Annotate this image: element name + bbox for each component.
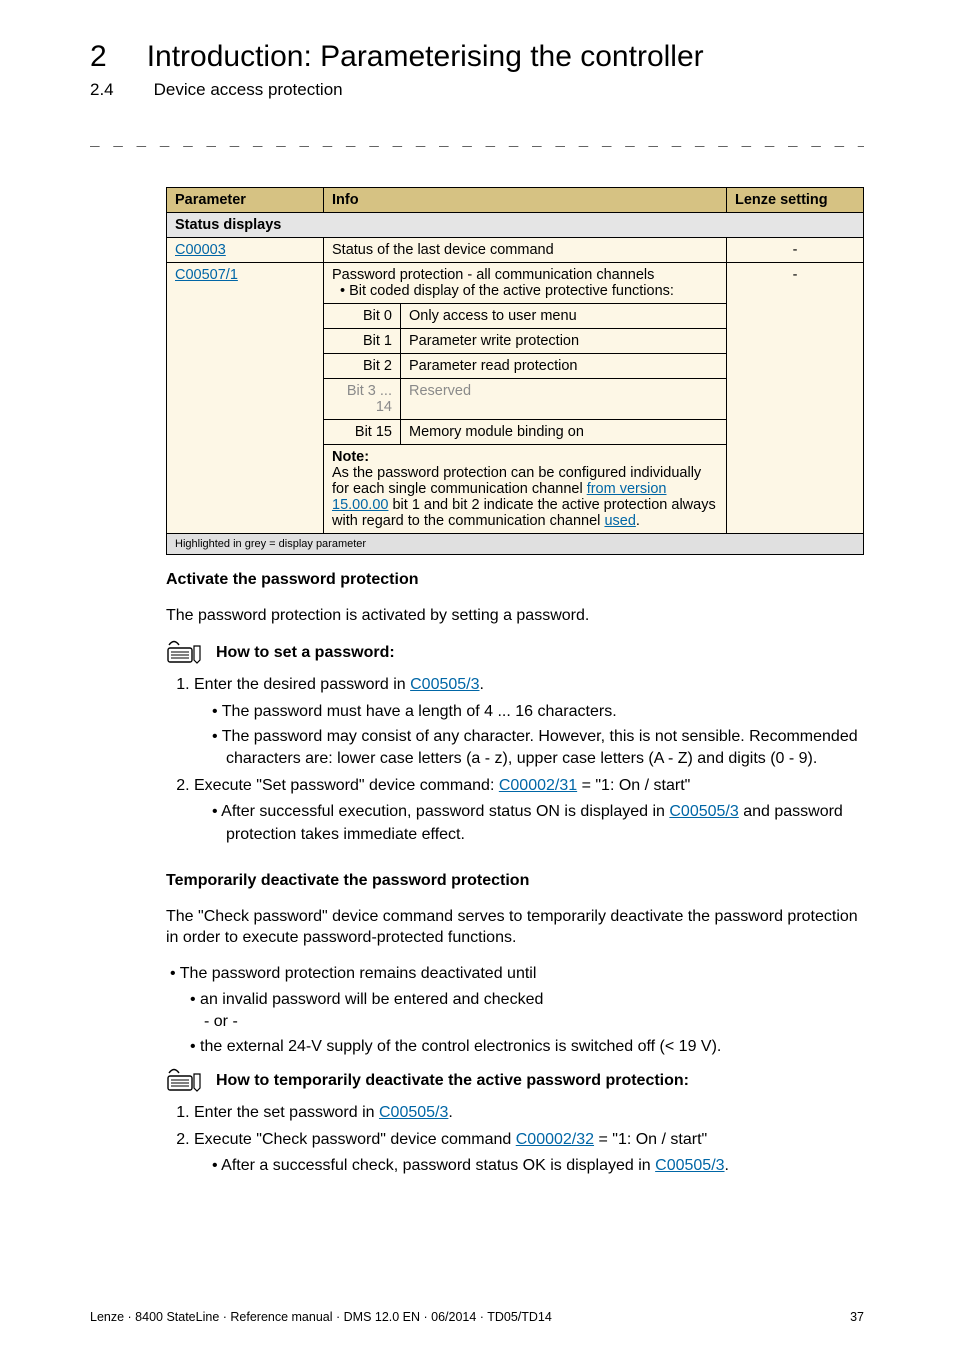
divider: _ _ _ _ _ _ _ _ _ _ _ _ _ _ _ _ _ _ _ _ … [90,128,864,147]
link-used[interactable]: used [604,513,635,529]
parameter-table: Parameter Info Lenze setting Status disp… [166,187,864,555]
temp-step-2: Execute "Check password" device command … [194,1129,864,1178]
chapter-title: Introduction: Parameterising the control… [147,40,704,74]
link-c00505-3-d[interactable]: C00505/3 [655,1157,724,1174]
heading-activate: Activate the password protection [166,569,864,591]
howto-icon [166,1068,206,1094]
bit15-text: Memory module binding on [401,420,727,445]
lenze-c00507: - [727,263,864,534]
lenze-c00003: - [727,238,864,263]
temp-b1-2: the external 24-V supply of the control … [190,1036,864,1058]
heading-temp-deactivate: Temporarily deactivate the password prot… [166,870,864,892]
param-link-c00003[interactable]: C00003 [175,242,226,258]
info-c00003: Status of the last device command [324,238,727,263]
table-footnote: Highlighted in grey = display parameter [167,534,864,555]
howto-temp-deactivate: How to temporarily deactivate the active… [216,1072,689,1090]
link-c00505-3-b[interactable]: C00505/3 [669,803,738,820]
bit1-label: Bit 1 [324,329,401,354]
footer-left: Lenze · 8400 StateLine · Reference manua… [90,1310,552,1324]
activate-step-2: Execute "Set password" device command: C… [194,775,864,846]
temp-b1: The password protection remains deactiva… [170,963,864,985]
link-c00002-31[interactable]: C00002/31 [499,777,577,794]
th-info: Info [324,188,727,213]
group-status-displays: Status displays [167,213,864,238]
bit0-label: Bit 0 [324,304,401,329]
activate-s1-b1: The password must have a length of 4 ...… [212,701,864,723]
th-parameter: Parameter [167,188,324,213]
howto-set-password: How to set a password: [216,644,395,662]
bit3-14-text: Reserved [401,379,727,420]
activate-s2-b1: After successful execution, password sta… [212,801,864,846]
bit2-label: Bit 2 [324,354,401,379]
activate-step-1: Enter the desired password in C00505/3. … [194,674,864,771]
param-link-c00507-1[interactable]: C00507/1 [175,267,238,283]
note-cell: Note: As the password protection can be … [324,445,727,534]
temp-intro: The "Check password" device command serv… [166,906,864,949]
bit1-text: Parameter write protection [401,329,727,354]
temp-s2-b1: After a successful check, password statu… [212,1155,864,1177]
th-lenze: Lenze setting [727,188,864,213]
chapter-number: 2 [90,40,107,74]
bit3-14-label: Bit 3 ... 14 [324,379,401,420]
temp-b1-1: an invalid password will be entered and … [190,989,864,1034]
link-c00002-32[interactable]: C00002/32 [516,1131,594,1148]
section-title: Device access protection [154,80,343,100]
bit0-text: Only access to user menu [401,304,727,329]
bit2-text: Parameter read protection [401,354,727,379]
howto-icon [166,640,206,666]
page-number: 37 [850,1310,864,1324]
activate-s1-b2: The password may consist of any characte… [212,726,864,771]
link-c00505-3-c[interactable]: C00505/3 [379,1104,448,1121]
section-number: 2.4 [90,80,114,100]
info-c00507: Password protection - all communication … [324,263,727,304]
bit15-label: Bit 15 [324,420,401,445]
link-c00505-3-a[interactable]: C00505/3 [410,676,479,693]
temp-step-1: Enter the set password in C00505/3. [194,1102,864,1124]
activate-intro: The password protection is activated by … [166,605,864,627]
